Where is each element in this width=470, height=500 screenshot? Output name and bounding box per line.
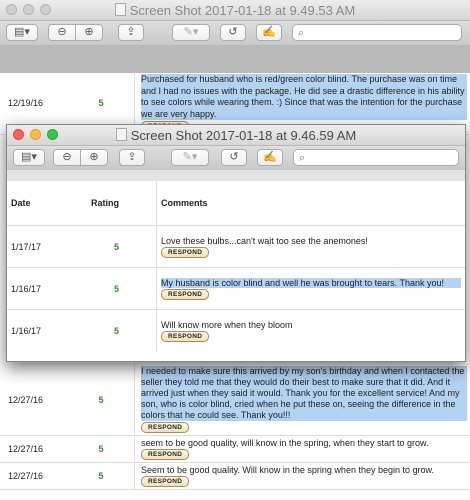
- review-date: 12/27/16: [0, 435, 68, 463]
- sidebar-toggle-button[interactable]: ▤▾: [13, 149, 45, 166]
- column-header-comments: Comments: [156, 181, 465, 226]
- window-title: Screen Shot 2017-01-18 at 9.49.53 AM: [0, 3, 470, 18]
- review-comment-cell: I needed to make sure this arrived by my…: [134, 364, 470, 436]
- document-icon: [114, 3, 126, 16]
- respond-button[interactable]: RESPOND: [161, 246, 210, 258]
- review-rating: 5: [68, 364, 135, 436]
- markup-button[interactable]: ✎▾: [172, 24, 210, 41]
- review-comment: Purchased for husband who is red/green c…: [141, 74, 467, 120]
- review-comment: Love these bulbs...can't wait too see th…: [161, 235, 368, 246]
- table-row: 12/27/16 5 Seem to be good quality. Will…: [0, 462, 470, 490]
- respond-button[interactable]: RESPOND: [141, 422, 190, 433]
- table-row: 1/16/17 5 My husband is color blind and …: [7, 267, 465, 310]
- title-bar: Screen Shot 2017-01-18 at 9.46.59 AM: [7, 125, 465, 146]
- annotate-icon: ✍: [262, 26, 276, 38]
- review-comment-cell: Love these bulbs...can't wait too see th…: [156, 225, 465, 268]
- sidebar-icon: ▤▾: [14, 26, 30, 38]
- annotate-icon: ✍: [263, 151, 277, 163]
- gray-gap: [0, 45, 470, 73]
- zoom-out-button[interactable]: ⊖: [54, 150, 80, 165]
- respond-button[interactable]: RESPOND: [141, 476, 190, 487]
- review-comment: My husband is color blind and well he wa…: [161, 277, 461, 288]
- markup-button[interactable]: ✎▾: [171, 149, 209, 166]
- review-table: Date Rating Comments 1/17/17 5 Love thes…: [7, 181, 465, 352]
- zoom-in-button[interactable]: ⊕: [80, 150, 107, 165]
- share-icon: ⇪: [126, 26, 136, 38]
- table-row: 12/27/16 5 seem to be good quality, will…: [0, 435, 470, 463]
- rotate-button[interactable]: ↺: [221, 149, 247, 166]
- zoom-group: ⊖ ⊕: [53, 149, 108, 166]
- review-rating: 5: [77, 309, 157, 352]
- respond-button[interactable]: RESPOND: [161, 330, 210, 342]
- search-field[interactable]: ⌕: [293, 149, 459, 166]
- toolbar: ▤▾ ⊖ ⊕ ⇪ ✎▾ ↺ ✍ ⌕: [7, 146, 465, 171]
- zoom-out-button[interactable]: ⊖: [49, 25, 75, 40]
- window-title: Screen Shot 2017-01-18 at 9.46.59 AM: [7, 128, 465, 143]
- annotate-button[interactable]: ✍: [257, 149, 283, 166]
- zoom-in-icon: ⊕: [89, 151, 99, 163]
- share-icon: ⇪: [127, 151, 137, 163]
- page-edge: [7, 170, 465, 181]
- share-button[interactable]: ⇪: [118, 24, 144, 41]
- review-comment: I needed to make sure this arrived by my…: [141, 366, 467, 421]
- sidebar-toggle-button[interactable]: ▤▾: [6, 24, 38, 41]
- review-comment: Will know more when they bloom: [161, 319, 293, 330]
- share-button[interactable]: ⇪: [119, 149, 145, 166]
- rotate-icon: ↺: [229, 151, 239, 163]
- review-date: 12/27/16: [0, 462, 68, 490]
- title-bar: Screen Shot 2017-01-18 at 9.49.53 AM: [0, 0, 470, 21]
- search-field[interactable]: ⌕: [292, 24, 462, 41]
- zoom-group: ⊖ ⊕: [48, 24, 103, 41]
- review-rating: 5: [77, 267, 157, 310]
- rotate-button[interactable]: ↺: [220, 24, 246, 41]
- preview-window-front: Screen Shot 2017-01-18 at 9.46.59 AM ▤▾ …: [6, 124, 466, 362]
- review-date: 1/16/17: [7, 267, 77, 310]
- review-rating: 5: [68, 435, 135, 463]
- search-input[interactable]: [312, 151, 432, 164]
- respond-button[interactable]: RESPOND: [141, 449, 190, 460]
- toolbar: ▤▾ ⊖ ⊕ ⇪ ✎▾ ↺ ✍ ⌕: [0, 21, 470, 46]
- table-row: 12/27/16 5 I needed to make sure this ar…: [0, 364, 470, 436]
- column-header-rating: Rating: [91, 198, 119, 208]
- table-row: 1/16/17 5 Will know more when they bloom…: [7, 309, 465, 352]
- review-date: 1/16/17: [7, 309, 77, 352]
- rotate-icon: ↺: [228, 26, 238, 38]
- review-comment-cell: My husband is color blind and well he wa…: [156, 267, 465, 310]
- document-icon: [115, 128, 127, 141]
- respond-button[interactable]: RESPOND: [161, 288, 210, 300]
- search-input[interactable]: [311, 26, 431, 39]
- review-table-bottom: 12/27/16 5 I needed to make sure this ar…: [0, 364, 470, 500]
- zoom-out-icon: ⊖: [62, 151, 72, 163]
- search-icon: ⌕: [298, 27, 305, 39]
- zoom-out-icon: ⊖: [57, 26, 67, 38]
- pen-icon: ✎▾: [183, 26, 199, 38]
- table-row: 1/17/17 5 Love these bulbs...can't wait …: [7, 225, 465, 268]
- review-comment-cell: Seem to be good quality. Will know in th…: [134, 462, 470, 490]
- zoom-in-button[interactable]: ⊕: [75, 25, 102, 40]
- column-header-date: Date: [11, 198, 31, 208]
- review-comment: seem to be good quality, will know in th…: [141, 438, 429, 448]
- review-comment-cell: seem to be good quality, will know in th…: [134, 435, 470, 463]
- table-header-row: Date Rating Comments: [7, 181, 465, 226]
- annotate-button[interactable]: ✍: [256, 24, 282, 41]
- pen-icon: ✎▾: [182, 151, 198, 163]
- search-icon: ⌕: [299, 152, 306, 164]
- review-rating: 5: [68, 462, 135, 490]
- review-comment-cell: Will know more when they bloom RESPOND: [156, 309, 465, 352]
- review-comment: Seem to be good quality. Will know in th…: [141, 465, 435, 475]
- review-rating: 5: [77, 225, 157, 268]
- review-date: 1/17/17: [7, 225, 77, 268]
- zoom-in-icon: ⊕: [84, 26, 94, 38]
- review-date: 12/27/16: [0, 364, 68, 436]
- sidebar-icon: ▤▾: [21, 151, 37, 163]
